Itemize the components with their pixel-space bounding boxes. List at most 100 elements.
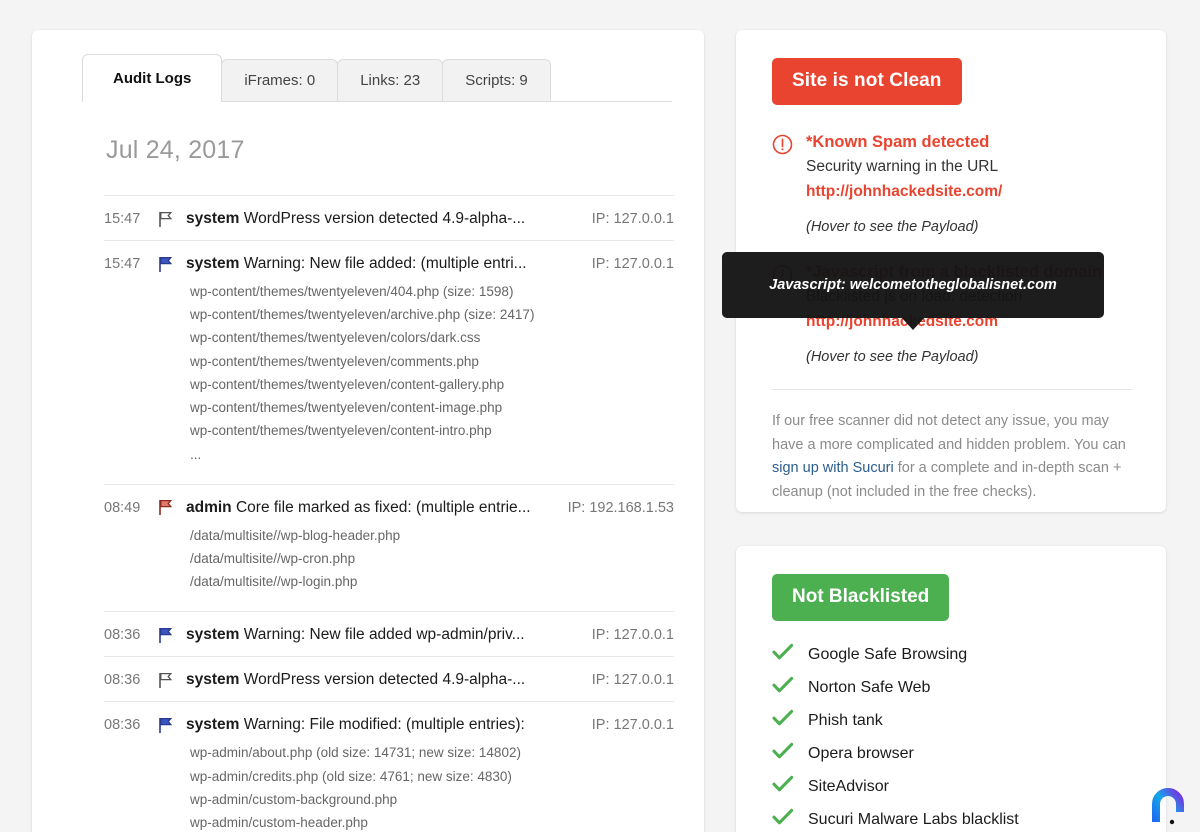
chat-widget-button[interactable]	[1142, 778, 1194, 830]
log-message: admin Core file marked as fixed: (multip…	[186, 499, 568, 517]
log-message-text: WordPress version detected 4.9-alpha-...	[243, 671, 526, 689]
list-item: wp-content/themes/twentyeleven/colors/da…	[190, 330, 481, 346]
log-file-list: /data/multisite//wp-blog-header.php /dat…	[190, 524, 674, 594]
hover-payload-note[interactable]: (Hover to see the Payload)	[806, 349, 1132, 365]
scan-upsell-note: If our free scanner did not detect any i…	[772, 410, 1132, 504]
finding-url-link[interactable]: http://johnhackedsite.com/	[806, 182, 1132, 203]
log-message: system WordPress version detected 4.9-al…	[186, 210, 592, 228]
log-row-head: 08:36 system WordPress version detected …	[104, 671, 674, 689]
list-item: wp-content/themes/twentyeleven/404.php (…	[190, 284, 514, 299]
flag-red-icon	[158, 499, 186, 516]
log-row-head: 15:47 system Warning: New file added: (m…	[104, 255, 674, 273]
table-row[interactable]: 08:36 system Warning: New file added wp-…	[104, 611, 674, 656]
list-item: /data/multisite//wp-cron.php	[190, 550, 356, 566]
log-row-head: 08:36 system Warning: New file added wp-…	[104, 626, 674, 644]
blacklist-card-body: Not Blacklisted Google Safe Browsing Nor…	[736, 546, 1166, 832]
log-ip: IP: 127.0.0.1	[591, 627, 674, 644]
table-row[interactable]: 15:47 system Warning: New file added: (m…	[104, 240, 674, 484]
list-item: /data/multisite//wp-blog-header.php	[190, 527, 401, 543]
list-item: Norton Safe Web	[772, 676, 1132, 699]
list-item: wp-content/themes/twentyeleven/comments.…	[190, 353, 479, 369]
table-row[interactable]: 08:36 system WordPress version detected …	[104, 656, 674, 701]
status-badge-not-blacklisted: Not Blacklisted	[772, 574, 950, 621]
flag-blue-icon	[158, 627, 186, 644]
check-icon	[772, 742, 808, 765]
log-user: system	[186, 671, 240, 689]
log-file-list: wp-admin/about.php (old size: 14731; new…	[190, 741, 674, 832]
finding-description: Security warning in the URL	[806, 158, 999, 176]
sign-up-with-sucuri-link[interactable]: sign up with Sucuri	[772, 460, 894, 476]
flag-outline-icon	[158, 672, 186, 689]
log-ip: IP: 127.0.0.1	[591, 211, 674, 227]
log-user: system	[186, 255, 240, 272]
scan-note-text-before: If our free scanner did not detect any i…	[772, 413, 1126, 453]
check-icon	[772, 643, 808, 666]
list-item-label: Norton Safe Web	[808, 678, 931, 696]
list-item-label: SiteAdvisor	[808, 777, 889, 795]
log-time: 15:47	[104, 211, 141, 227]
list-item: wp-admin/about.php (old size: 14731; new…	[190, 745, 521, 761]
flag-blue-icon	[158, 717, 186, 734]
audit-logs-card: Audit Logs iFrames: 0 Links: 23 Scripts:…	[32, 30, 704, 832]
list-item: wp-content/themes/twentyeleven/content-i…	[190, 400, 503, 416]
payload-tooltip: Javascript: welcometotheglobalisnet.com	[722, 252, 1104, 330]
list-item: wp-admin/custom-header.php	[190, 815, 368, 831]
log-time: 08:36	[104, 672, 141, 689]
audit-log-list: 15:47 system WordPress version detected …	[104, 195, 674, 832]
log-message: system Warning: New file added wp-admin/…	[186, 626, 592, 644]
log-message: system Warning: New file added: (multipl…	[186, 255, 592, 273]
log-user: system	[186, 210, 240, 227]
table-row[interactable]: 08:36 system Warning: File modified: (mu…	[104, 701, 674, 832]
divider	[772, 389, 1132, 391]
tab-iframes[interactable]: iFrames: 0	[221, 59, 339, 101]
finding-body: *Known Spam detected Security warning in…	[806, 131, 1132, 235]
log-time: 08:36	[104, 627, 141, 644]
list-item-label: Phish tank	[808, 711, 883, 729]
table-row[interactable]: 15:47 system WordPress version detected …	[104, 195, 674, 240]
log-time: 08:36	[104, 717, 141, 734]
list-item: /data/multisite//wp-login.php	[190, 574, 358, 590]
alert-circle-icon	[772, 131, 806, 235]
list-item: wp-admin/custom-background.php	[190, 791, 398, 807]
list-item-label: Google Safe Browsing	[808, 645, 968, 663]
page-root: Audit Logs iFrames: 0 Links: 23 Scripts:…	[0, 0, 1200, 832]
log-message-text: Warning: File modified: (multiple entrie…	[243, 716, 525, 734]
log-time: 08:49	[104, 499, 141, 516]
list-item: Google Safe Browsing	[772, 643, 1132, 666]
log-user: system	[186, 716, 240, 734]
list-item: Phish tank	[772, 709, 1132, 732]
log-ip: IP: 127.0.0.1	[591, 672, 674, 689]
list-item: wp-admin/credits.php (old size: 4761; ne…	[190, 768, 512, 784]
flag-blue-icon	[158, 256, 186, 273]
list-item-label: Opera browser	[808, 744, 914, 762]
log-user: system	[186, 626, 240, 644]
log-message-text: Warning: New file added wp-admin/priv...	[243, 626, 525, 644]
list-item: Opera browser	[772, 742, 1132, 765]
log-ip: IP: 127.0.0.1	[591, 717, 674, 734]
log-row-head: 08:36 system Warning: File modified: (mu…	[104, 716, 674, 734]
log-message-text: Core file marked as fixed: (multiple ent…	[235, 498, 531, 516]
payload-tooltip-text: Javascript: welcometotheglobalisnet.com	[769, 277, 1057, 293]
status-badge-site-not-clean: Site is not Clean	[772, 58, 962, 105]
table-row[interactable]: 08:49 admin Core file marked as fixed: (…	[104, 483, 674, 612]
log-message: system Warning: File modified: (multiple…	[186, 716, 592, 734]
check-icon	[772, 676, 808, 699]
tab-audit-logs[interactable]: Audit Logs	[82, 54, 223, 102]
list-item: wp-content/themes/twentyeleven/content-i…	[190, 423, 492, 439]
tab-scripts[interactable]: Scripts: 9	[442, 59, 551, 101]
log-message-text: WordPress version detected 4.9-alpha-...	[243, 210, 526, 227]
tab-links[interactable]: Links: 23	[337, 59, 444, 101]
log-date-heading: Jul 24, 2017	[106, 136, 245, 164]
list-item: SiteAdvisor	[772, 775, 1132, 798]
log-user: admin	[186, 498, 232, 516]
hover-payload-note[interactable]: (Hover to see the Payload)	[806, 219, 1132, 235]
log-ip: IP: 127.0.0.1	[591, 256, 674, 272]
log-ip: IP: 192.168.1.53	[567, 499, 674, 516]
check-icon	[772, 775, 808, 798]
finding-known-spam: *Known Spam detected Security warning in…	[772, 131, 1132, 235]
list-item: Sucuri Malware Labs blacklist	[772, 808, 1132, 831]
blacklist-card: Not Blacklisted Google Safe Browsing Nor…	[736, 546, 1166, 832]
finding-title: *Known Spam detected	[806, 133, 990, 151]
log-file-list: wp-content/themes/twentyeleven/404.php (…	[190, 280, 674, 466]
log-time: 15:47	[104, 256, 141, 272]
